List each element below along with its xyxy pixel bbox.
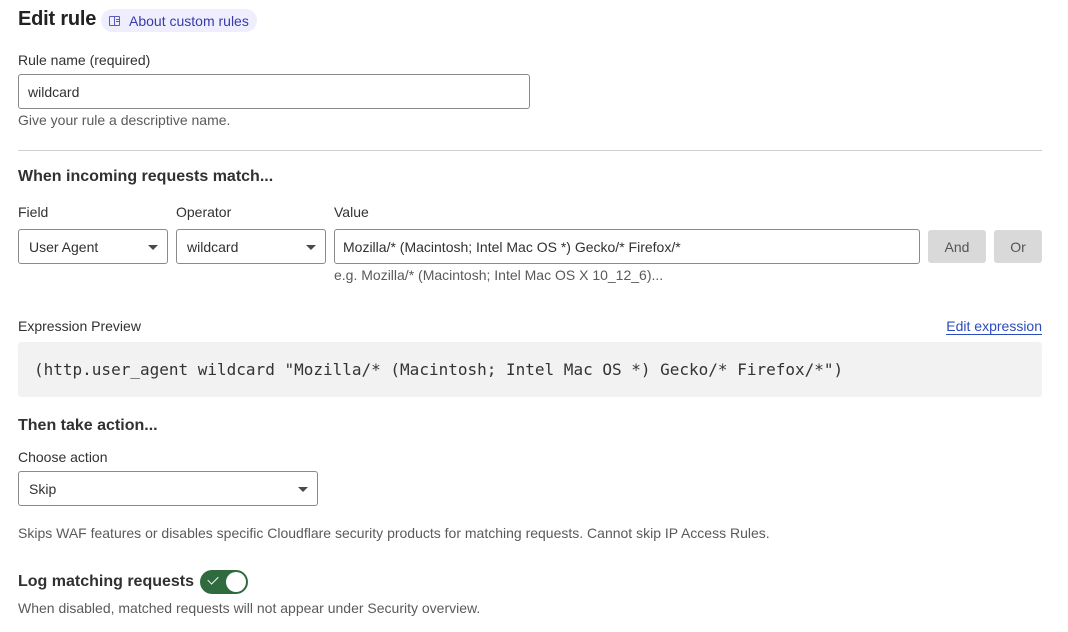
chevron-down-icon [148, 244, 158, 250]
value-label: Value [334, 204, 369, 220]
field-select[interactable]: User Agent [18, 229, 168, 264]
field-select-value: User Agent [29, 238, 99, 255]
rule-name-value: wildcard [28, 83, 80, 100]
value-input-text: Mozilla/* (Macintosh; Intel Mac OS *) Ge… [343, 238, 681, 255]
field-label: Field [18, 204, 49, 220]
action-heading: Then take action... [18, 417, 158, 434]
rule-name-input[interactable]: wildcard [18, 74, 530, 109]
edit-expression-link[interactable]: Edit expression [946, 318, 1042, 335]
chevron-down-icon [298, 486, 308, 492]
action-select-value: Skip [29, 480, 57, 497]
expression-preview: (http.user_agent wildcard "Mozilla/* (Ma… [18, 342, 1042, 397]
or-button[interactable]: Or [994, 230, 1042, 263]
value-input[interactable]: Mozilla/* (Macintosh; Intel Mac OS *) Ge… [334, 229, 920, 264]
section-divider [18, 150, 1042, 151]
match-heading: When incoming requests match... [18, 168, 274, 185]
rule-name-help: Give your rule a descriptive name. [18, 112, 231, 128]
toggle-knob [226, 572, 246, 592]
page-title: Edit rule [18, 8, 97, 30]
expression-preview-label: Expression Preview [18, 318, 141, 334]
action-select[interactable]: Skip [18, 471, 318, 506]
operator-label: Operator [176, 204, 232, 220]
about-custom-rules-link[interactable]: About custom rules [101, 9, 257, 32]
value-example: e.g. Mozilla/* (Macintosh; Intel Mac OS … [334, 267, 664, 283]
log-matching-help: When disabled, matched requests will not… [18, 600, 481, 616]
check-icon [207, 573, 219, 585]
about-custom-rules-label: About custom rules [129, 12, 249, 29]
operator-select-value: wildcard [187, 238, 239, 255]
rule-name-label: Rule name (required) [18, 52, 151, 68]
book-icon [109, 15, 120, 26]
chevron-down-icon [306, 244, 316, 250]
expression-preview-text: (http.user_agent wildcard "Mozilla/* (Ma… [34, 360, 844, 379]
log-matching-label: Log matching requests [18, 573, 195, 590]
action-description: Skips WAF features or disables specific … [18, 525, 770, 541]
choose-action-label: Choose action [18, 449, 108, 465]
log-matching-toggle[interactable] [200, 570, 248, 594]
and-button[interactable]: And [928, 230, 986, 263]
operator-select[interactable]: wildcard [176, 229, 326, 264]
